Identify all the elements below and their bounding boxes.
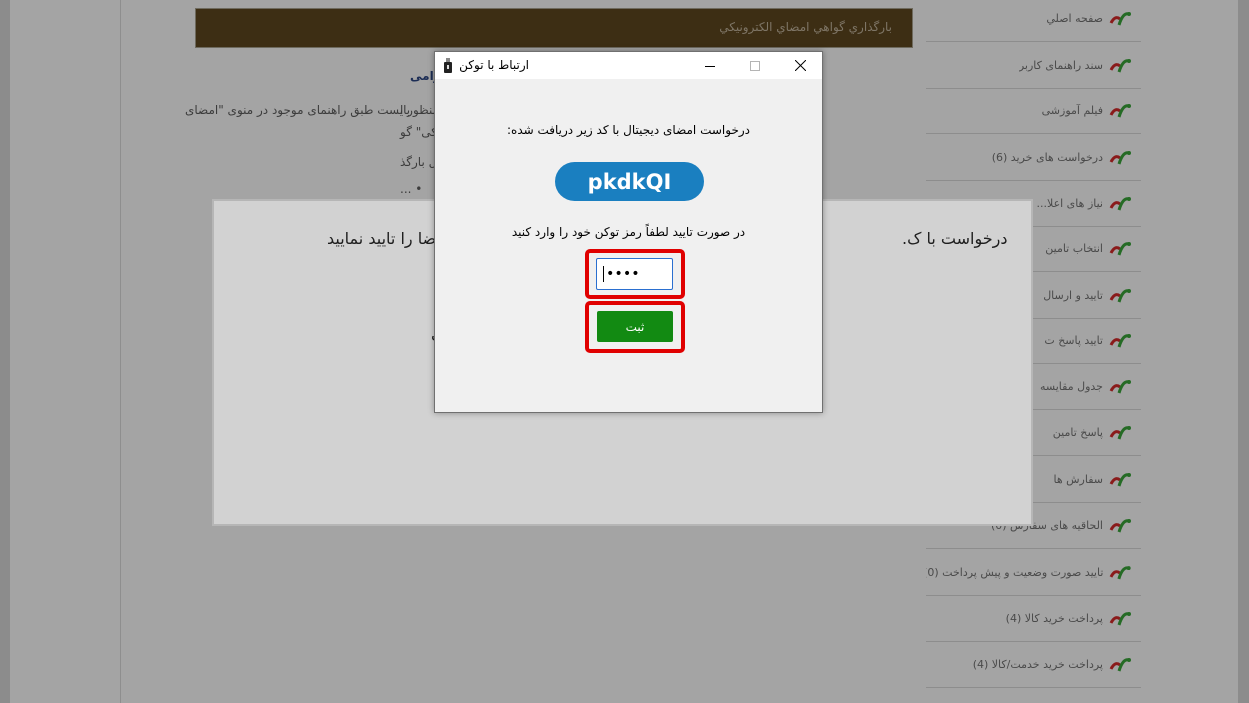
signature-request-text: درخواست امضای دیجیتال با کد زیر دریافت ش… xyxy=(507,123,750,137)
sidebar-item-label: فیلم آموزشی xyxy=(1041,104,1103,117)
sidebar-item[interactable]: پرداخت خرید کالا (4) xyxy=(926,596,1141,642)
sidebar-item-label: نیاز های اعلا... xyxy=(1036,197,1103,210)
brand-logo-icon xyxy=(1109,103,1131,117)
sidebar-item-label: سفارش ها xyxy=(1053,473,1103,486)
token-dialog: ارتباط با توکن درخواست امضای دیجیتال با … xyxy=(434,51,823,413)
sidebar-item-label: تایید و ارسال xyxy=(1043,289,1103,302)
sidebar-item-label: تایید پاسخ ت xyxy=(1044,334,1103,347)
pin-input[interactable]: •••• xyxy=(596,258,673,290)
sidebar-item[interactable]: سند راهنمای کاربر xyxy=(926,43,1141,89)
brand-logo-icon xyxy=(1110,565,1132,579)
sidebar-item-label: صفحه اصلي xyxy=(1046,12,1103,25)
brand-logo-icon xyxy=(1109,379,1131,393)
sidebar-item[interactable]: صفحه اصلي xyxy=(926,0,1141,42)
pin-value: •••• xyxy=(606,266,640,282)
pin-instruction: در صورت تایید لطفاً رمز توکن خود را وارد… xyxy=(511,225,746,239)
brand-logo-icon xyxy=(1109,518,1131,532)
certificate-banner: بارگذاري گواهي امضاي الکترونیکي xyxy=(195,8,913,48)
sidebar-item-label: پاسخ تامین xyxy=(1052,426,1103,439)
paragraph-line: بایست طبق راهنمای موجود در منوی "امضای xyxy=(185,103,411,117)
dialog-titlebar[interactable]: ارتباط با توکن xyxy=(435,52,822,79)
sidebar-item-label: سند راهنمای کاربر xyxy=(1018,59,1103,72)
close-button[interactable] xyxy=(778,52,822,79)
panel-text-right: .درخواست با ک xyxy=(902,229,1008,248)
verification-code: pkdkQI xyxy=(555,162,704,201)
brand-logo-icon xyxy=(1109,333,1131,347)
close-icon xyxy=(794,60,806,71)
sidebar-item-label: تایید صورت وضعیت و پیش پرداخت (0) xyxy=(926,566,1104,579)
brand-logo-icon xyxy=(1109,196,1131,210)
brand-logo-icon xyxy=(1109,472,1131,486)
submit-button[interactable]: ثبت xyxy=(597,311,673,342)
minimize-button[interactable] xyxy=(688,52,732,79)
brand-logo-icon xyxy=(1109,150,1131,164)
sidebar-item-label: پرداخت خرید خدمت/کالا (4) xyxy=(972,658,1103,671)
sidebar-item-label: جدول مقایسه xyxy=(1040,380,1103,393)
dialog-title: ارتباط با توکن xyxy=(459,58,529,72)
sidebar-item[interactable]: تایید صورت وضعیت و پیش پرداخت (0) xyxy=(926,550,1141,596)
brand-logo-icon xyxy=(1109,241,1131,255)
brand-logo-icon xyxy=(1109,288,1131,302)
brand-logo-icon xyxy=(1109,58,1131,72)
page-divider xyxy=(120,0,121,703)
maximize-icon xyxy=(750,60,760,71)
brand-logo-icon xyxy=(1109,611,1131,625)
text-caret xyxy=(603,266,604,282)
panel-text-left: ضا را تایید نمایید xyxy=(327,229,437,248)
sidebar-item-label: پرداخت خرید کالا (4) xyxy=(1005,612,1103,625)
sidebar-item-label: انتخاب تامین xyxy=(1045,242,1103,255)
brand-logo-icon xyxy=(1109,11,1131,25)
banner-text: بارگذاري گواهي امضاي الکترونیکي xyxy=(719,20,892,34)
maximize-button[interactable] xyxy=(733,52,777,79)
minimize-icon xyxy=(705,65,715,67)
brand-logo-icon xyxy=(1109,425,1131,439)
brand-logo-icon xyxy=(1109,657,1131,671)
usb-token-icon xyxy=(444,58,452,73)
paragraph-bullet: • ... xyxy=(400,182,423,196)
sidebar-item[interactable]: درخواست های خرید (6) xyxy=(926,135,1141,181)
sidebar-item[interactable]: پرداخت خرید خدمت/کالا (4) xyxy=(926,642,1141,688)
sidebar-item-label: درخواست های خرید (6) xyxy=(991,151,1103,164)
sidebar-item[interactable]: فیلم آموزشی xyxy=(926,88,1141,134)
